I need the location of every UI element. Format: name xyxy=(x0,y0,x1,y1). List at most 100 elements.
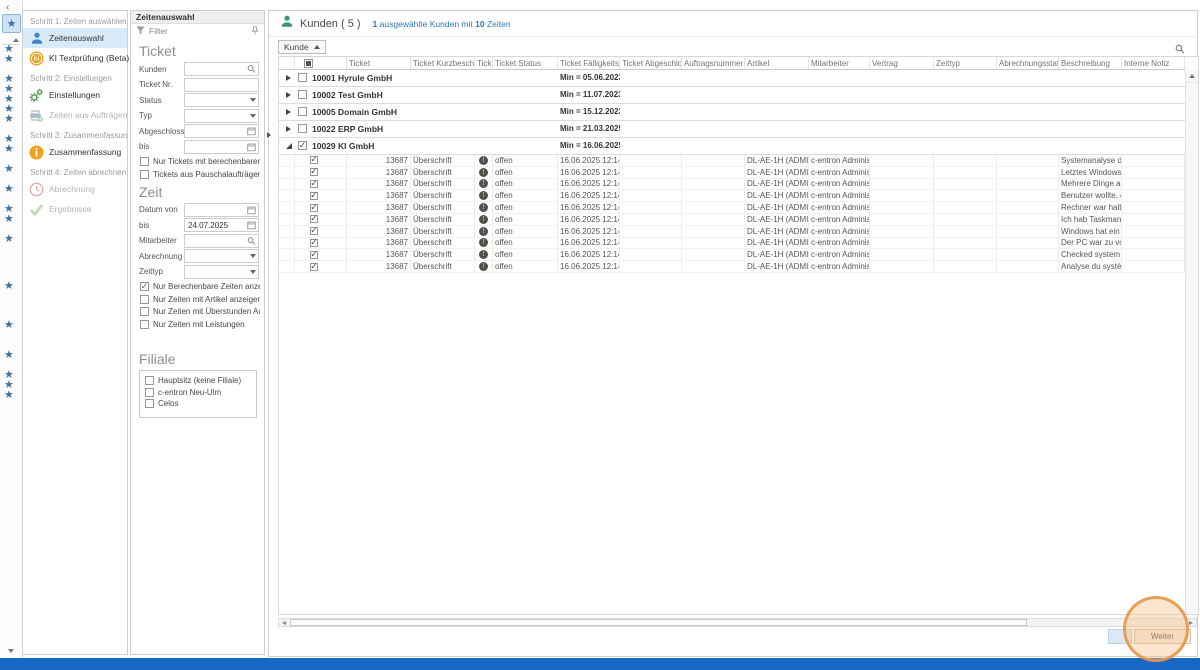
select-input[interactable] xyxy=(184,109,259,123)
table-row[interactable]: 13687Überschrift!offen16.06.2025 12:14DL… xyxy=(279,190,1185,202)
favorite-star-icon[interactable]: ★ xyxy=(4,214,14,224)
favorite-star-icon[interactable]: ★ xyxy=(4,54,14,64)
column-header-mitarbeiter[interactable]: Mitarbeiter xyxy=(809,57,870,69)
table-row[interactable]: 13687Überschrift!offen16.06.2025 12:14DL… xyxy=(279,226,1185,238)
checkbox[interactable] xyxy=(140,157,149,166)
filter-checkbox-hauptsitz-keine-filiale-[interactable]: Hauptsitz (keine Filiale) xyxy=(145,376,253,385)
checkbox[interactable] xyxy=(140,320,149,329)
expand-group-icon[interactable] xyxy=(286,75,291,81)
column-header-interne-notiz[interactable]: Interne Notiz xyxy=(1122,57,1185,69)
row-checkbox[interactable] xyxy=(310,215,318,223)
scroll-up-icon[interactable] xyxy=(1186,70,1198,83)
scrollbar-thumb[interactable] xyxy=(290,619,1027,626)
table-row[interactable]: 13687Überschrift!offen16.06.2025 12:14DL… xyxy=(279,249,1185,261)
column-header-ticket-fälligkeitsda-[interactable]: Ticket Fälligkeitsda... xyxy=(558,57,620,69)
row-checkbox[interactable] xyxy=(310,168,318,176)
group-checkbox[interactable] xyxy=(298,107,307,116)
group-row[interactable]: 10001 Hyrule GmbHMin = 05.06.2023... xyxy=(279,70,1185,87)
chevron-down-icon[interactable] xyxy=(250,98,256,102)
checkbox[interactable] xyxy=(140,282,149,291)
checkbox[interactable] xyxy=(145,376,154,385)
row-checkbox[interactable] xyxy=(310,156,318,164)
checkbox[interactable] xyxy=(145,388,154,397)
column-header-zeittyp[interactable]: Zeittyp xyxy=(934,57,997,69)
column-header-beschreibung[interactable]: Beschreibung xyxy=(1059,57,1122,69)
column-header-auftragsnummer[interactable]: Auftragsnummer xyxy=(682,57,745,69)
filter-checkbox-nur-zeiten-mit-überstunden-aufschlägen[interactable]: Nur Zeiten mit Überstunden Aufschlägen xyxy=(140,307,260,316)
pin-icon[interactable] xyxy=(251,22,259,40)
favorite-star-icon[interactable]: ★ xyxy=(4,350,14,360)
column-header-abrechnungsstatus[interactable]: Abrechnungsstatus xyxy=(997,57,1059,69)
search-icon[interactable] xyxy=(247,65,256,74)
horizontal-scrollbar[interactable] xyxy=(278,618,1197,627)
expand-group-icon[interactable] xyxy=(286,92,291,98)
group-row[interactable]: 10022 ERP GmbHMin = 21.03.2025... xyxy=(279,121,1185,138)
checkbox[interactable] xyxy=(140,170,149,179)
chevron-down-icon[interactable] xyxy=(250,114,256,118)
row-checkbox[interactable] xyxy=(310,251,318,259)
select-all-checkbox[interactable] xyxy=(304,59,313,68)
favorite-star-icon[interactable]: ★ xyxy=(4,390,14,400)
group-checkbox[interactable] xyxy=(298,141,307,150)
favorite-star-icon[interactable]: ★ xyxy=(4,144,14,154)
date-input[interactable]: 24.07.2025 xyxy=(184,218,259,232)
group-row[interactable]: 10005 Domain GmbHMin = 15.12.2023... xyxy=(279,104,1185,121)
secondary-button[interactable] xyxy=(1108,629,1132,644)
checkbox[interactable] xyxy=(140,295,149,304)
table-row[interactable]: 13687Überschrift!offen16.06.2025 12:14DL… xyxy=(279,214,1185,226)
chevron-down-icon[interactable] xyxy=(250,270,256,274)
row-checkbox[interactable] xyxy=(310,263,318,271)
nav-item-zeiten-aus-auftr-gen[interactable]: Zeiten aus Aufträgen xyxy=(23,105,127,125)
nav-item-zeitenauswahl[interactable]: Zeitenauswahl xyxy=(23,28,127,48)
weiter-button[interactable]: Weiter xyxy=(1134,629,1191,644)
chevron-down-icon[interactable] xyxy=(8,649,14,653)
expand-group-icon[interactable] xyxy=(286,109,291,115)
favorite-star-icon[interactable]: ★ xyxy=(4,114,14,124)
search-input[interactable] xyxy=(184,62,259,76)
chevron-down-icon[interactable] xyxy=(250,254,256,258)
favorite-star-icon[interactable]: ★ xyxy=(4,320,14,330)
panel-collapse-icon[interactable] xyxy=(267,132,271,138)
column-header-vertrag[interactable]: Vertrag xyxy=(870,57,934,69)
calendar-icon[interactable] xyxy=(247,142,256,151)
table-row[interactable]: 13687Überschrift!offen16.06.2025 12:14DL… xyxy=(279,238,1185,250)
filter-checkbox-nur-berechenbare-zeiten-anzeigen[interactable]: Nur Berechenbare Zeiten anzeigen xyxy=(140,282,260,291)
table-row[interactable]: 13687Überschrift!offen16.06.2025 12:14DL… xyxy=(279,155,1185,167)
filter-checkbox-nur-tickets-mit-berechenbaren-zeiten[interactable]: Nur Tickets mit berechenbaren Zeiten xyxy=(140,157,260,166)
column-header-artikel[interactable]: Artikel xyxy=(745,57,809,69)
nav-item-einstellungen[interactable]: Einstellungen xyxy=(23,85,127,105)
filter-checkbox-celos[interactable]: Celos xyxy=(145,399,253,408)
group-by-chip-kunde[interactable]: Kunde xyxy=(278,40,326,54)
row-checkbox[interactable] xyxy=(310,204,318,212)
column-header-ticket[interactable]: Ticket xyxy=(347,57,411,69)
filter-checkbox-nur-zeiten-mit-leistungen[interactable]: Nur Zeiten mit Leistungen xyxy=(140,320,260,329)
calendar-icon[interactable] xyxy=(247,221,256,230)
column-header-expander[interactable] xyxy=(279,57,295,69)
favorite-star-icon[interactable]: ★ xyxy=(4,164,14,174)
select-input[interactable] xyxy=(184,249,259,263)
favorite-star-selected[interactable]: ★ xyxy=(2,14,21,33)
expand-group-icon[interactable] xyxy=(286,126,291,132)
nav-item-ki-textpr-fung-beta-[interactable]: KIKI Textprüfung (Beta) xyxy=(23,48,127,68)
search-input[interactable] xyxy=(184,234,259,248)
column-header-select[interactable] xyxy=(295,57,347,69)
select-input[interactable] xyxy=(184,93,259,107)
calendar-icon[interactable] xyxy=(247,127,256,136)
group-row[interactable]: 10002 Test GmbHMin = 11.07.2023... xyxy=(279,87,1185,104)
row-checkbox[interactable] xyxy=(310,192,318,200)
table-row[interactable]: 13687Überschrift!offen16.06.2025 12:14DL… xyxy=(279,261,1185,273)
nav-item-zusammenfassung[interactable]: Zusammenfassung xyxy=(23,142,127,162)
filter-checkbox-nur-zeiten-mit-artikel-anzeigen[interactable]: Nur Zeiten mit Artikel anzeigen xyxy=(140,295,260,304)
filter-checkbox-tickets-aus-pauschalaufträgen-anzeigen[interactable]: Tickets aus Pauschalaufträgen anzeigen xyxy=(140,170,260,179)
row-checkbox[interactable] xyxy=(310,227,318,235)
group-row[interactable]: 10029 KI GmbHMin = 16.06.2025... xyxy=(279,138,1185,155)
search-icon[interactable] xyxy=(247,236,256,245)
vertical-scrollbar[interactable] xyxy=(1185,70,1198,614)
collapse-group-icon[interactable] xyxy=(286,143,292,149)
group-checkbox[interactable] xyxy=(298,90,307,99)
group-checkbox[interactable] xyxy=(298,124,307,133)
favorite-star-icon[interactable]: ★ xyxy=(4,281,14,291)
row-checkbox[interactable] xyxy=(310,239,318,247)
row-checkbox[interactable] xyxy=(310,180,318,188)
chevron-left-icon[interactable]: ‹ xyxy=(6,2,9,13)
